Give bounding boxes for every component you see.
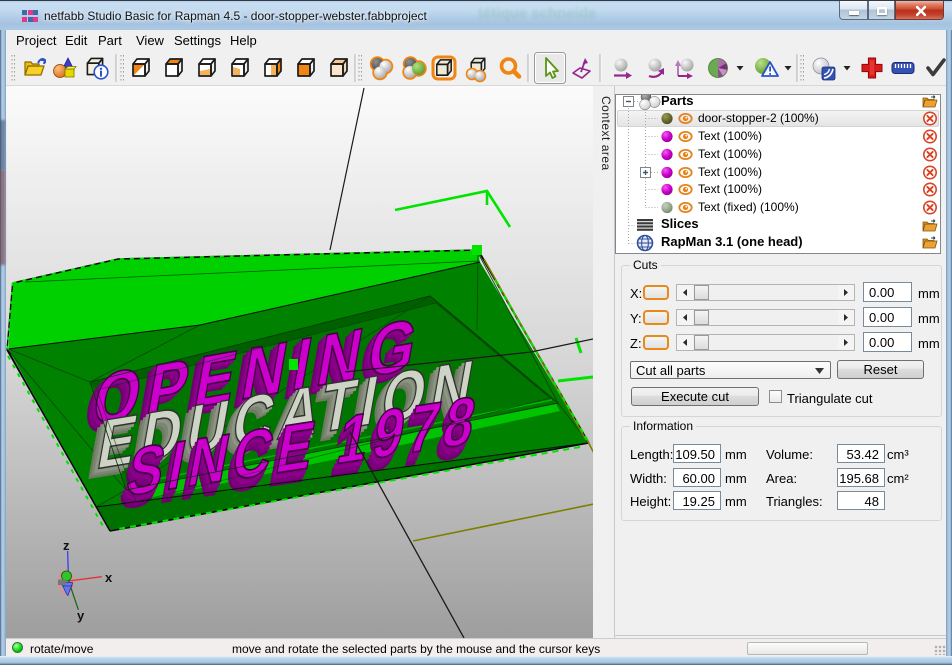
svg-text:x: x [105, 570, 113, 585]
svg-text:y: y [77, 608, 85, 623]
svg-text:z: z [63, 538, 70, 553]
